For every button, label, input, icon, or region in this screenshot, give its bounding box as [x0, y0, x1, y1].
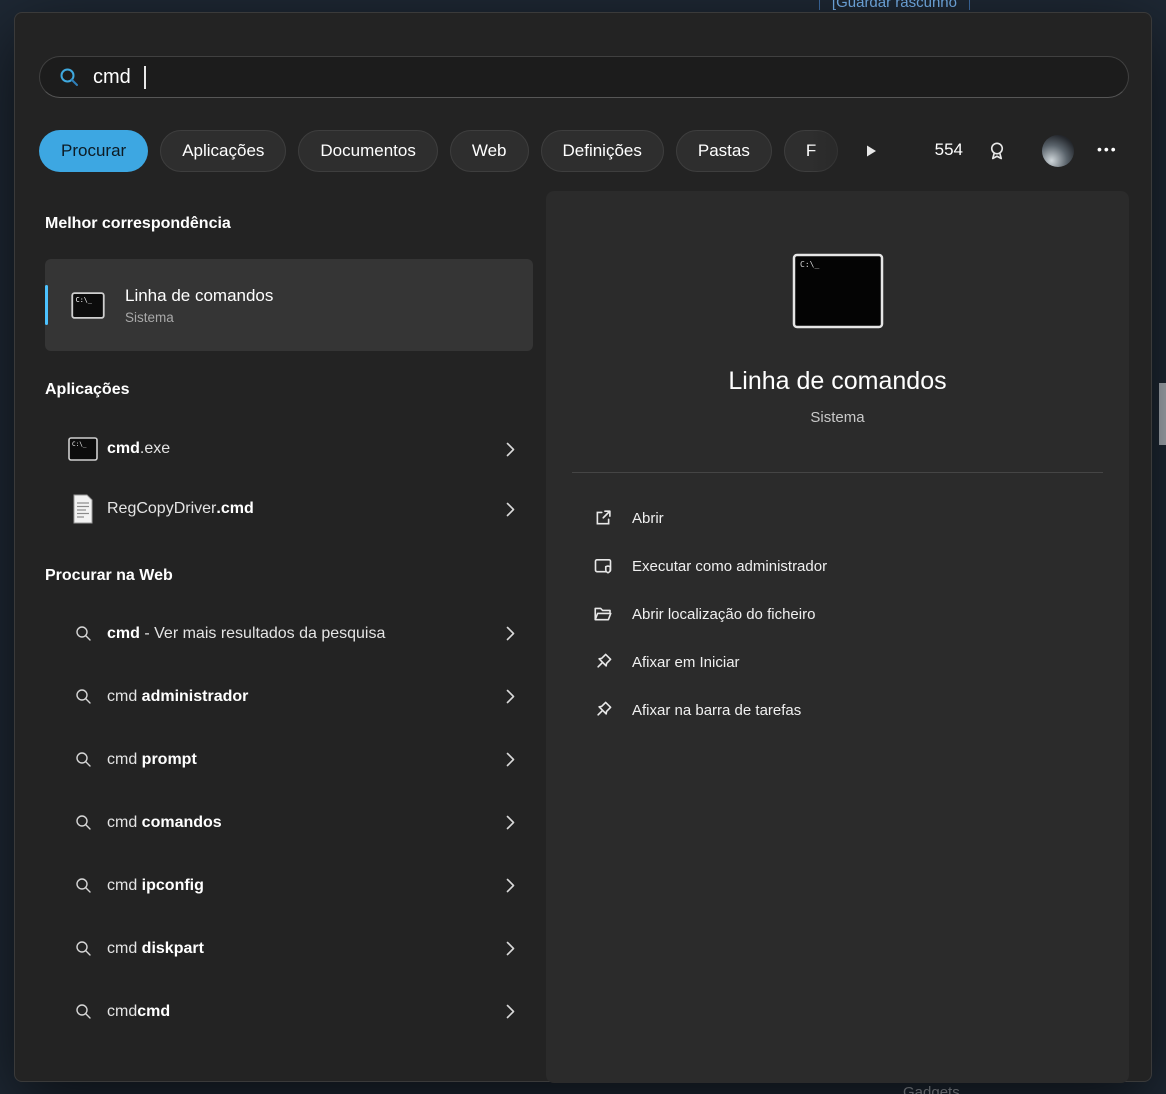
cmd-preview-icon: C:\_ — [792, 253, 884, 334]
filter-pill-pastas[interactable]: Pastas — [676, 130, 772, 172]
filter-bar: Procurar Aplicações Documentos Web Definiçõe… — [39, 129, 1129, 173]
rewards-icon[interactable] — [987, 141, 1007, 161]
divider — [572, 472, 1103, 473]
result-label: cmd.exe — [107, 440, 170, 458]
svg-text:C:\_: C:\_ — [76, 296, 93, 304]
chevron-right-icon[interactable] — [506, 1004, 523, 1019]
background-text-gadgets: Gadgets — [903, 1083, 960, 1094]
search-small-icon — [63, 625, 103, 642]
windows-search-flyout: cmd Procurar Aplicações Documentos Web Defin… — [14, 12, 1152, 1082]
search-small-icon — [63, 688, 103, 705]
filter-pill-definições[interactable]: Definições — [541, 130, 664, 172]
best-match-header: Melhor correspondência — [45, 215, 231, 233]
preview-subtitle: Sistema — [546, 409, 1129, 426]
text-cursor — [144, 66, 146, 89]
context-action-list: Abrir Executar como administrador Abrir lo… — [572, 494, 1103, 734]
chevron-right-icon[interactable] — [506, 878, 523, 893]
chevron-right-icon[interactable] — [506, 752, 523, 767]
context-action-row[interactable]: Executar como administrador — [572, 542, 1103, 590]
filter-pill-web[interactable]: Web — [450, 130, 529, 172]
web-suggestion-row[interactable]: cmd administrador — [45, 665, 533, 728]
filter-pill-documentos[interactable]: Documentos — [298, 130, 437, 172]
filter-pill-procurar[interactable]: Procurar — [39, 130, 148, 172]
cmd-icon: C:\_ — [63, 437, 103, 461]
result-label: cmdcmd — [107, 1003, 170, 1021]
search-icon — [58, 66, 80, 88]
web-suggestion-list: cmd - Ver mais resultados da pesquisa cmd… — [45, 602, 533, 1043]
web-suggestion-row[interactable]: cmd comandos — [45, 791, 533, 854]
apps-header: Aplicações — [45, 381, 129, 399]
context-action-row[interactable]: Abrir localização do ficheiro — [572, 590, 1103, 638]
play-button[interactable] — [863, 143, 879, 159]
search-small-icon — [63, 751, 103, 768]
web-search-header: Procurar na Web — [45, 567, 173, 585]
chevron-right-icon[interactable] — [506, 941, 523, 956]
background-scrollbar[interactable] — [1159, 383, 1166, 445]
web-suggestion-row[interactable]: cmd - Ver mais resultados da pesquisa — [45, 602, 533, 665]
chevron-right-icon[interactable] — [506, 689, 523, 704]
folder-open-icon — [592, 604, 614, 624]
chevron-right-icon[interactable] — [506, 626, 523, 641]
action-label: Abrir localização do ficheiro — [632, 606, 815, 623]
web-suggestion-row[interactable]: cmd prompt — [45, 728, 533, 791]
result-label: cmd prompt — [107, 751, 197, 769]
search-small-icon — [63, 940, 103, 957]
file-script-icon — [63, 494, 103, 524]
best-match-result[interactable]: C:\_ Linha de comandos Sistema — [45, 259, 533, 351]
action-label: Executar como administrador — [632, 558, 827, 575]
filter-pill-aplicações[interactable]: Aplicações — [160, 130, 286, 172]
filter-fade — [809, 129, 901, 173]
context-action-row[interactable]: Afixar em Iniciar — [572, 638, 1103, 686]
result-label: cmd comandos — [107, 814, 222, 832]
result-label: cmd ipconfig — [107, 877, 204, 895]
context-action-row[interactable]: Abrir — [572, 494, 1103, 542]
chevron-right-icon[interactable] — [506, 502, 523, 517]
rewards-count[interactable]: 554 — [911, 140, 963, 160]
search-small-icon — [63, 1003, 103, 1020]
result-label: cmd administrador — [107, 688, 248, 706]
chevron-right-icon[interactable] — [506, 442, 523, 457]
action-label: Afixar em Iniciar — [632, 654, 740, 671]
chevron-right-icon[interactable] — [506, 815, 523, 830]
filter-pills: Procurar Aplicações Documentos Web Definiçõe… — [39, 129, 869, 173]
run-as-admin-icon — [592, 556, 614, 576]
context-action-row[interactable]: Afixar na barra de tarefas — [572, 686, 1103, 734]
selection-accent-bar — [45, 285, 48, 325]
app-result-row[interactable]: C:\_ cmd.exe — [45, 419, 533, 479]
svg-text:C:\_: C:\_ — [800, 260, 819, 269]
best-match-subtitle: Sistema — [125, 310, 273, 325]
web-suggestion-row[interactable]: cmdcmd — [45, 980, 533, 1043]
svg-text:C:\_: C:\_ — [72, 441, 87, 448]
preview-title: Linha de comandos — [546, 367, 1129, 396]
action-label: Abrir — [632, 510, 664, 527]
background-link-guardar-rascunho: [Guardar rascunho — [819, 0, 970, 10]
result-label: cmd - Ver mais resultados da pesquisa — [107, 625, 385, 643]
web-suggestion-row[interactable]: cmd diskpart — [45, 917, 533, 980]
search-small-icon — [63, 877, 103, 894]
result-label: cmd diskpart — [107, 940, 204, 958]
user-avatar[interactable] — [1042, 135, 1074, 167]
cmd-icon: C:\_ — [71, 292, 105, 319]
pin-icon — [592, 652, 614, 672]
best-match-title: Linha de comandos — [125, 286, 273, 306]
result-label: RegCopyDriver.cmd — [107, 500, 254, 518]
search-query-text: cmd — [93, 66, 131, 89]
web-suggestion-row[interactable]: cmd ipconfig — [45, 854, 533, 917]
search-small-icon — [63, 814, 103, 831]
preview-pane: C:\_ Linha de comandos Sistema Abrir Exec… — [546, 191, 1129, 1083]
pin-icon — [592, 700, 614, 720]
more-options-icon[interactable]: ••• — [1097, 141, 1118, 157]
action-label: Afixar na barra de tarefas — [632, 702, 801, 719]
search-input[interactable]: cmd — [39, 56, 1129, 98]
open-external-icon — [592, 508, 614, 528]
apps-result-list: C:\_ cmd.exe RegCopyDriver.cmd — [45, 419, 533, 539]
app-result-row[interactable]: RegCopyDriver.cmd — [45, 479, 533, 539]
